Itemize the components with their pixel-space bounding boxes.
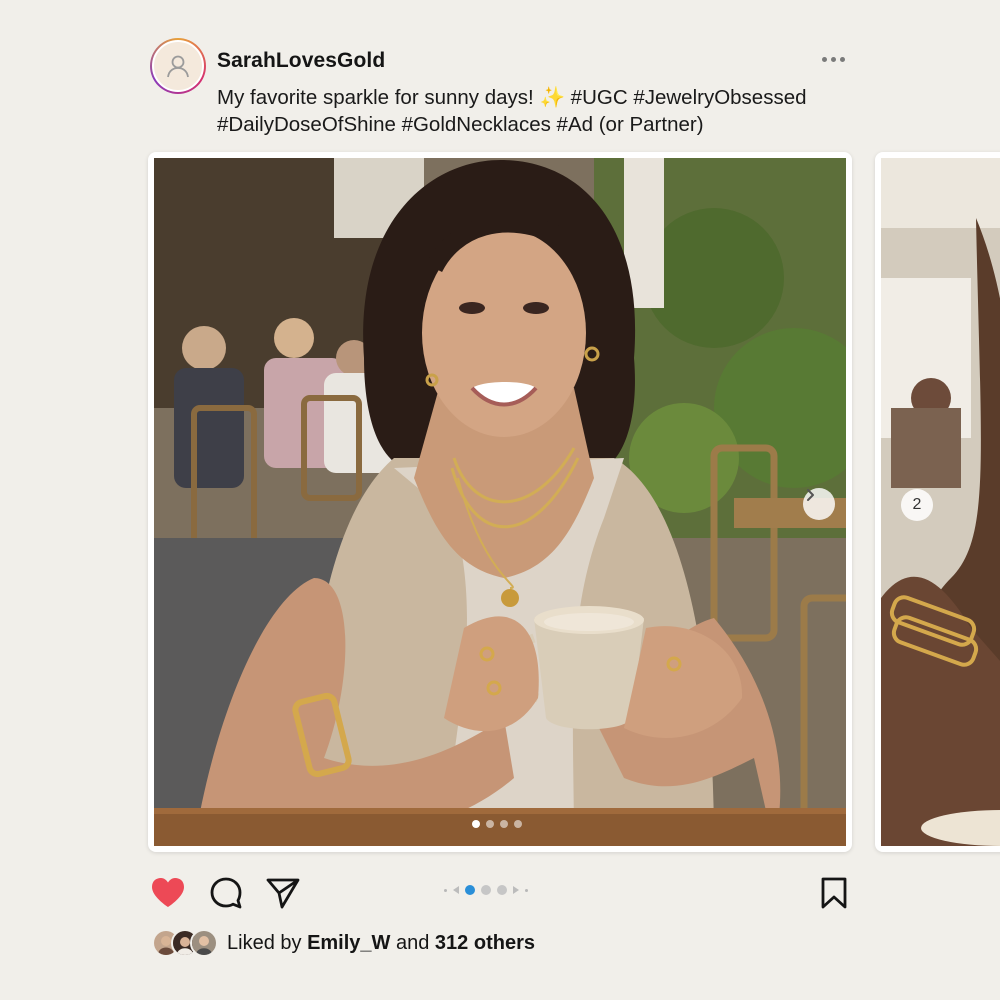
carousel-slide-2[interactable]: 2: [875, 152, 1000, 852]
likes-text: Liked by Emily_W and 312 others: [227, 932, 535, 955]
share-button[interactable]: [265, 875, 301, 911]
comment-icon: [210, 877, 242, 909]
save-button[interactable]: [816, 875, 852, 911]
carousel-slide-1[interactable]: [148, 152, 852, 852]
comment-button[interactable]: [208, 875, 244, 911]
caption-text: My favorite sparkle for sunny days!: [217, 86, 540, 109]
heart-icon: [152, 878, 184, 907]
post-caption: My favorite sparkle for sunny days! ✨ #U…: [217, 84, 867, 138]
post-photo: [154, 158, 846, 846]
caption-hashtags-line2[interactable]: #DailyDoseOfShine #GoldNecklaces #Ad (or…: [217, 113, 704, 136]
likes-summary[interactable]: Liked by Emily_W and 312 others: [152, 928, 535, 958]
likes-others-count[interactable]: 312 others: [435, 932, 535, 954]
liker-username[interactable]: Emily_W: [307, 932, 390, 954]
user-icon: [152, 40, 204, 92]
likes-prefix: Liked by: [227, 931, 302, 954]
slide-indicator: [472, 820, 522, 828]
username[interactable]: SarahLovesGold: [217, 49, 385, 73]
carousel-pager: [444, 885, 528, 895]
post-card: SarahLovesGold My favorite sparkle for s…: [0, 0, 1000, 1000]
sparkle-icon: ✨: [539, 86, 565, 109]
chevron-right-icon: [807, 489, 814, 501]
caption-hashtags[interactable]: #UGC #JewelryObsessed: [565, 86, 807, 109]
next-slide-button[interactable]: [803, 488, 835, 520]
like-button[interactable]: [150, 875, 186, 911]
liker-avatar: [190, 929, 218, 957]
bookmark-icon: [821, 877, 847, 909]
post-photo-2: 2: [881, 158, 1000, 846]
likes-connector: and: [395, 931, 430, 954]
slide-number-badge: 2: [901, 489, 933, 521]
more-horizontal-icon[interactable]: [822, 57, 850, 65]
send-icon: [266, 878, 300, 909]
profile-avatar[interactable]: [150, 38, 206, 94]
